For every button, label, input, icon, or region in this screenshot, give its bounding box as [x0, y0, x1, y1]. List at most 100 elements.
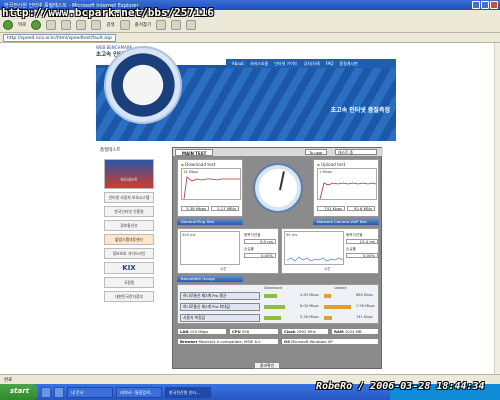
browser-label: Browser [180, 339, 198, 344]
nav-faq[interactable]: FAQ [326, 61, 334, 66]
clock-spec: Clock 2992 MHz [281, 328, 329, 335]
panel-tabs: MAIN TEST To upgr 테스트 중 [173, 148, 383, 156]
mail-icon[interactable] [171, 20, 182, 30]
minimize-icon[interactable] [472, 1, 480, 9]
ping-loss-value: 0.00% [244, 253, 276, 258]
stop-icon[interactable] [46, 20, 57, 30]
voip-loss-value: 0.00% [346, 253, 378, 258]
nav-guide[interactable]: 인터넷 가이드 [274, 61, 297, 67]
left-link-nis[interactable]: 국정원 [104, 277, 154, 288]
lan-label: LAN [180, 329, 189, 334]
nav-about[interactable]: About [232, 61, 244, 66]
compare-download-bar [264, 294, 278, 298]
ping-axis: 300 ms [182, 233, 196, 237]
upload-mbps-value: 741 Kbps [317, 206, 345, 211]
favorites-icon[interactable] [119, 20, 130, 30]
quicklaunch-desktop-icon[interactable] [54, 386, 64, 398]
quicklaunch-ie-icon[interactable] [41, 386, 51, 398]
compare-download-bar [264, 316, 281, 320]
compare-upload-value: 741 Kbps [356, 315, 373, 319]
back-icon[interactable] [3, 20, 13, 30]
search-label[interactable]: 검색 [106, 22, 114, 28]
compare-download-value: 6.00 Mbps [300, 304, 319, 308]
nav-notice[interactable]: 공지/사례 [304, 61, 320, 67]
clock-label: Clock [284, 329, 296, 334]
ram-label: RAM [334, 329, 344, 334]
browser-value: Mozilla/4.0 compatible; MSIE 6.0 [198, 339, 261, 344]
cpu-spec: CPU 556 [229, 328, 279, 335]
left-link-security-guide[interactable]: 정보보호 가이드라인 [104, 248, 154, 259]
upload-mbytes-value: 92.6 KB/s [347, 206, 375, 211]
compare-header-upload: Upload [334, 286, 347, 290]
download-box: Download test 15 Mbps 5.38 Mbps 1.17 MB/… [177, 159, 243, 217]
task-naver-search[interactable]: 네이버 - 통합검색... [116, 386, 162, 398]
voip-rtt-label: 왕복지연율 [346, 233, 363, 237]
refresh-icon[interactable] [61, 20, 72, 30]
status-text: 완료 [4, 378, 13, 383]
nav-flow[interactable]: 서비스흐름 [250, 61, 268, 67]
ping-rtt-label: 왕복지연율 [244, 233, 261, 237]
ping-graph: 300 ms [180, 231, 240, 265]
nav-board[interactable]: 품질게시판 [339, 61, 357, 67]
lan-value: 100 Mbps [189, 329, 209, 334]
compare-row-name: 하나로통신 제3계 Pro 최대값 [180, 303, 260, 311]
ping-rtt-value: 0.0 ms [244, 239, 276, 244]
download-mbps-value: 5.38 Mbps [181, 206, 209, 211]
bandwidth-gauge-link[interactable]: Bandwidth Gauge [177, 276, 243, 282]
favorites-label[interactable]: 즐겨찾기 [135, 22, 152, 28]
maximize-icon[interactable] [481, 1, 489, 9]
left-link-mic[interactable]: 정보통신부 [104, 220, 154, 231]
task-my-documents[interactable]: 내 문서 [67, 386, 113, 398]
upgrade-link[interactable]: To upgr [305, 149, 327, 155]
compare-row-name: 사용자 측정값 [180, 314, 260, 322]
tab-main-test[interactable]: MAIN TEST [175, 149, 214, 156]
browser-toolbar: 뒤로 검색 즐겨찾기 [0, 18, 500, 33]
print-icon[interactable] [186, 20, 197, 30]
ping-test-link[interactable]: General Ping Test [177, 219, 243, 225]
left-speedtest-button[interactable]: 속도테스트 [104, 159, 154, 189]
left-link-user-protection[interactable]: 인터넷 사용자 보호시스템 [104, 192, 154, 203]
vertical-scrollbar[interactable] [494, 43, 500, 374]
upload-graph: 1 Mbps [317, 168, 377, 200]
forward-icon[interactable] [31, 20, 42, 30]
start-button[interactable]: start [0, 384, 38, 400]
ping-time-label: 시간 [220, 267, 227, 271]
close-icon[interactable] [490, 1, 498, 9]
voip-test-link[interactable]: Network Camera VoIP Test [313, 219, 379, 225]
left-link-egov[interactable]: 대한민국전자정부 [104, 291, 154, 302]
task-nca-speedtest[interactable]: 한국전산원 인터... [165, 386, 211, 398]
compare-download-value: 5.38 Mbps [300, 315, 319, 319]
speed-gauge [253, 163, 303, 213]
voip-graph-line [286, 256, 343, 262]
back-label[interactable]: 뒤로 [18, 22, 26, 28]
voip-box: 50 ms 왕복지연율 15.4 ms 손실률 0.00% 시간 [281, 228, 379, 274]
banner-nav: About 서비스흐름 인터넷 가이드 공지/사례 FAQ 품질게시판 [226, 59, 396, 68]
clock-value: 2992 MHz [296, 329, 316, 334]
os-label: OS [284, 339, 290, 344]
left-link-spam[interactable]: 불법스팸대응센터 [104, 234, 154, 245]
os-value: Microsoft Windows XP [291, 339, 333, 344]
result-check-button[interactable]: 결과확인 [254, 362, 280, 369]
site-banner: WEB BENCHMARK 초고속 인터넷 속도테스트 About 서비스흐름 … [96, 43, 396, 141]
compare-upload-value: 680 Kbps [356, 293, 373, 297]
download-mbytes-value: 1.17 MB/s [211, 206, 239, 211]
ram-value: 1024 MB [344, 329, 362, 334]
address-input[interactable]: http://speed.nca.or.kr/html/speedtest/fa… [3, 33, 117, 42]
left-link-kisa[interactable]: 한국인터넷 진흥원 [104, 206, 154, 217]
compare-upload-value: 7.98 Mbps [356, 304, 375, 308]
test-select[interactable]: 테스트 중 [335, 149, 377, 155]
compare-upload-bar [324, 294, 332, 298]
history-icon[interactable] [156, 20, 167, 30]
os-spec: OS Microsoft Windows XP [281, 338, 379, 345]
download-graph: 15 Mbps [181, 168, 241, 200]
ping-loss-label: 손실률 [244, 247, 254, 251]
watermark-url: http://www.bcpark.net/bbs/257116 [2, 6, 214, 19]
left-link-kix[interactable]: KIX [104, 262, 154, 274]
home-icon[interactable] [76, 20, 87, 30]
search-icon[interactable] [91, 20, 102, 30]
voip-graph: 50 ms [284, 231, 344, 265]
upload-box: Upload test 1 Mbps 741 Kbps 92.6 KB/s [313, 159, 379, 217]
left-menu: 품질테스트 속도테스트 인터넷 사용자 보호시스템 한국인터넷 진흥원 정보통신… [98, 143, 158, 343]
download-title: Download test [181, 162, 215, 167]
upload-graph-line [319, 182, 376, 199]
